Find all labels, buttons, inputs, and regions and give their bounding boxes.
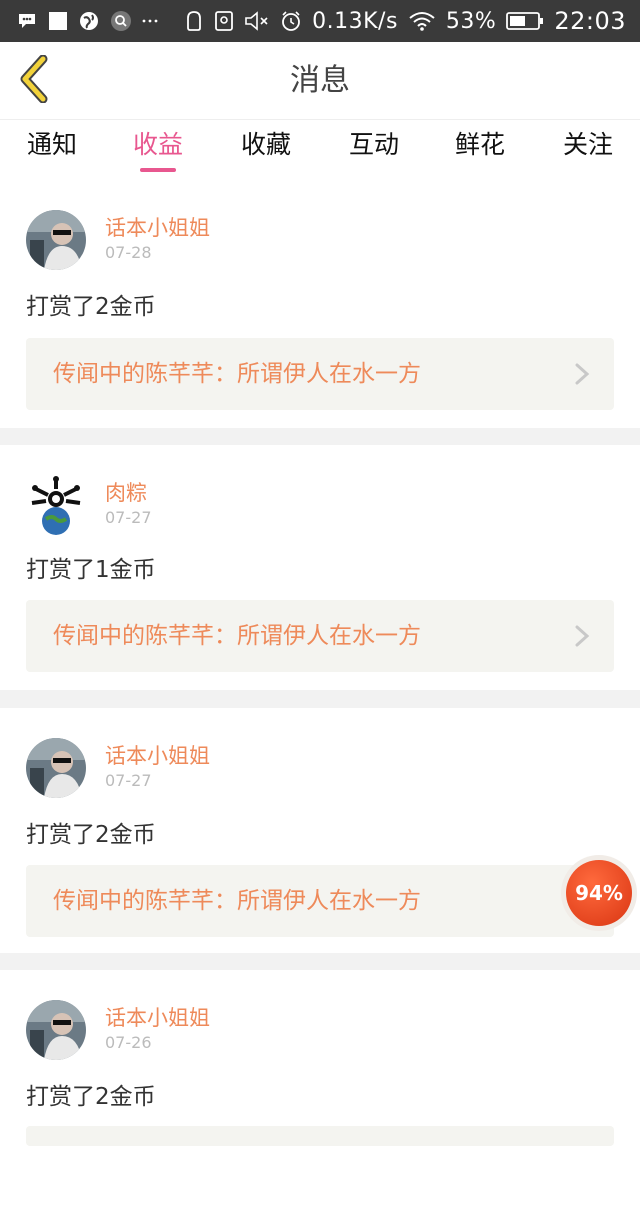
person-photo-avatar: [26, 738, 86, 798]
progress-badge-label: 94%: [566, 860, 632, 926]
page-title: 消息: [290, 63, 350, 98]
globe-icon: [78, 10, 100, 32]
reward-text: 打赏了2金币: [26, 1084, 156, 1110]
avatar[interactable]: [26, 210, 86, 270]
book-link[interactable]: 传闻中的陈芊芊：所谓伊人在水一方: [26, 338, 614, 410]
status-bar-right: 0.13K/s 53% 22:03: [184, 7, 626, 35]
bag-icon: [184, 10, 204, 32]
book-title: 传闻中的陈芊芊：所谓伊人在水一方: [53, 623, 421, 649]
separator: [0, 953, 640, 971]
separator: [0, 428, 640, 446]
avatar[interactable]: [26, 475, 86, 535]
tab-follow[interactable]: 关注: [540, 120, 636, 172]
floating-progress-badge[interactable]: 94%: [561, 855, 637, 931]
list-item: 话本小姐姐 07-27 打赏了2金币 传闻中的陈芊芊：所谓伊人在水一方: [0, 708, 640, 958]
mute-icon: [244, 10, 270, 32]
reward-text: 打赏了2金币: [26, 294, 156, 320]
book-title: 传闻中的陈芊芊：所谓伊人在水一方: [53, 888, 421, 914]
book-link[interactable]: [26, 1126, 614, 1146]
list-item: 肉粽 07-27 打赏了1金币 传闻中的陈芊芊：所谓伊人在水一方: [0, 445, 640, 695]
battery-icon: [506, 11, 544, 31]
tab-notice[interactable]: 通知: [4, 120, 100, 172]
message-date: 07-26: [105, 1033, 152, 1052]
status-bar: 0.13K/s 53% 22:03: [0, 0, 640, 42]
chevron-right-icon: [574, 624, 590, 648]
reward-text: 打赏了2金币: [26, 822, 156, 848]
person-photo-avatar: [26, 210, 86, 270]
clock: 22:03: [554, 7, 626, 35]
battery-percent: 53%: [445, 8, 497, 34]
separator: [0, 690, 640, 708]
username[interactable]: 话本小姐姐: [105, 740, 210, 770]
tab-flowers[interactable]: 鲜花: [432, 120, 528, 172]
tab-earnings-label: 收益: [132, 130, 183, 159]
active-tab-indicator: [140, 168, 176, 172]
message-date: 07-27: [105, 508, 152, 527]
username[interactable]: 话本小姐姐: [105, 212, 210, 242]
chevron-right-icon: [574, 362, 590, 386]
more-icon: [142, 18, 158, 24]
nfc-icon: [214, 10, 234, 32]
reward-text: 打赏了1金币: [26, 557, 156, 583]
status-bar-left: [16, 10, 158, 32]
tab-bar: 通知 收益 收藏 互动 鲜花 关注: [0, 120, 640, 180]
earth-bones-avatar: [26, 475, 86, 535]
book-link[interactable]: 传闻中的陈芊芊：所谓伊人在水一方: [26, 600, 614, 672]
message-date: 07-27: [105, 771, 152, 790]
list-item: 话本小姐姐 07-26 打赏了2金币: [0, 970, 640, 1220]
book-title: 传闻中的陈芊芊：所谓伊人在水一方: [53, 361, 421, 387]
tab-earnings[interactable]: 收益: [110, 120, 206, 172]
message-date: 07-28: [105, 243, 152, 262]
username[interactable]: 肉粽: [105, 477, 147, 507]
avatar[interactable]: [26, 1000, 86, 1060]
wifi-icon: [408, 10, 436, 32]
person-photo-avatar: [26, 1000, 86, 1060]
alarm-icon: [280, 10, 302, 32]
list-item: 话本小姐姐 07-28 打赏了2金币 传闻中的陈芊芊：所谓伊人在水一方: [0, 180, 640, 430]
username[interactable]: 话本小姐姐: [105, 1002, 210, 1032]
search-icon: [110, 10, 132, 32]
book-link[interactable]: 传闻中的陈芊芊：所谓伊人在水一方: [26, 865, 614, 937]
header-bar: 消息: [0, 42, 640, 120]
avatar[interactable]: [26, 738, 86, 798]
chat-bubble-icon: [16, 10, 38, 32]
tab-interaction[interactable]: 互动: [326, 120, 422, 172]
square-icon: [48, 11, 68, 31]
tab-favorites[interactable]: 收藏: [218, 120, 314, 172]
network-speed: 0.13K/s: [312, 8, 398, 34]
